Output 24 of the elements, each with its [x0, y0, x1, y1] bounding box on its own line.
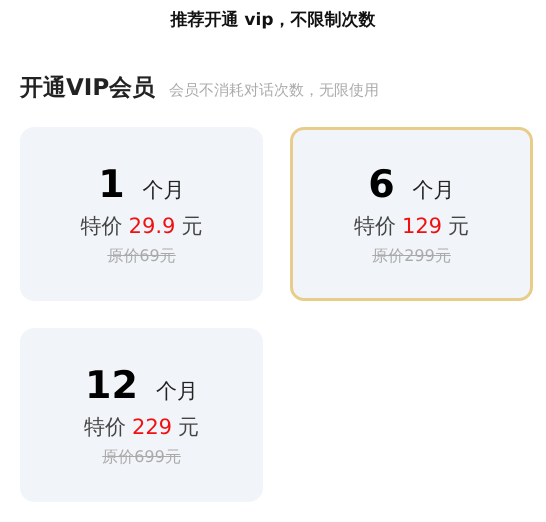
- original-price: 原价299元: [372, 246, 451, 266]
- month-count: 6: [368, 162, 395, 206]
- price-label: 特价: [80, 212, 123, 240]
- currency-label: 元: [448, 212, 470, 240]
- original-price: 原价699元: [102, 446, 181, 468]
- original-price: 原价69元: [107, 246, 176, 266]
- plan-card[interactable]: 1 个月 特价 29.9 元 原价69元: [20, 127, 263, 301]
- month-unit: 个月: [142, 176, 185, 204]
- currency-label: 元: [181, 212, 202, 240]
- price-label: 特价: [84, 414, 126, 440]
- section-title: 开通VIP会员: [20, 74, 156, 103]
- sale-price: 229: [132, 414, 172, 438]
- currency-label: 元: [178, 414, 200, 440]
- sale-price: 129: [402, 214, 442, 238]
- sale-price: 29.9: [128, 214, 176, 238]
- month-unit: 个月: [412, 176, 455, 204]
- plan-card[interactable]: 12 个月 特价 229 元 原价699元: [20, 328, 263, 502]
- month-count: 1: [98, 162, 125, 206]
- price-label: 特价: [354, 212, 396, 240]
- section-subtitle: 会员不消耗对话次数，无限使用: [169, 81, 380, 100]
- month-count: 12: [85, 362, 138, 406]
- month-unit: 个月: [156, 378, 198, 404]
- plan-card[interactable]: 6 个月 特价 129 元 原价299元: [290, 127, 533, 301]
- banner-title: 推荐开通 vip，不限制次数: [169, 9, 376, 32]
